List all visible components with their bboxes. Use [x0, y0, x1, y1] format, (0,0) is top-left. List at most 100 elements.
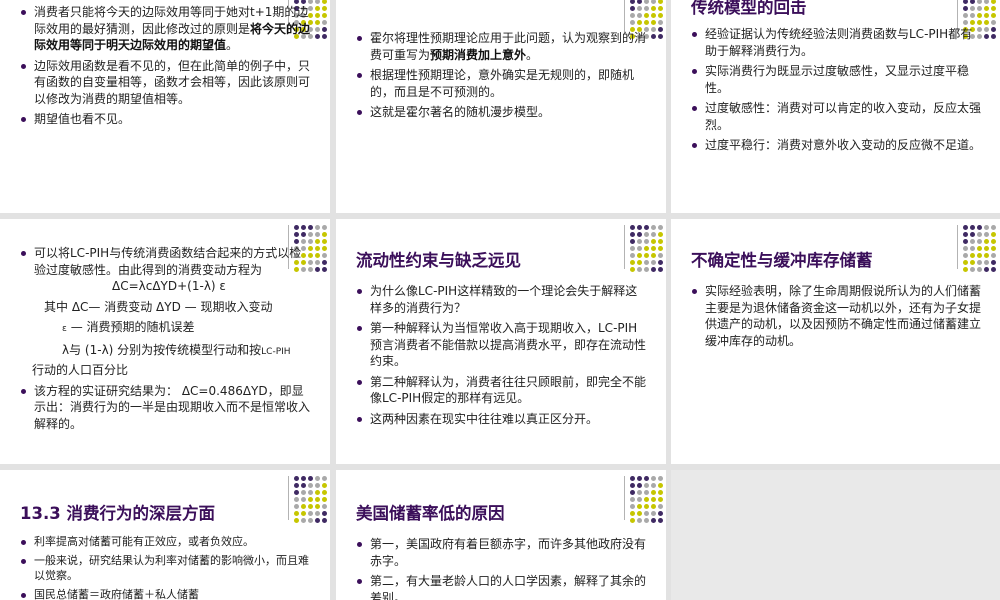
header-divider: [288, 476, 289, 520]
decorative-dot: [970, 13, 975, 18]
decorative-dot: [984, 13, 989, 18]
decorative-dot: [651, 27, 656, 32]
decorative-dot: [630, 476, 635, 481]
slide-liquidity-constraints[interactable]: 流动性约束与缺乏远见 为什么像LC-PIH这样精致的一个理论会失于解释这样多的消…: [336, 219, 666, 464]
decorative-dot: [651, 13, 656, 18]
decorative-dot: [963, 225, 968, 230]
decorative-dot: [637, 253, 642, 258]
decorative-dot: [970, 0, 975, 4]
decorative-dot: [308, 518, 313, 523]
header-divider: [624, 0, 625, 34]
decorative-dot: [658, 6, 663, 11]
decorative-dot: [991, 267, 996, 272]
decorative-dot: [651, 6, 656, 11]
slide-random-walk[interactable]: 霍尔将理性预期理论应用于此问题，认为观察到的消费可重写为预期消费加上意外。 根据…: [336, 0, 666, 213]
slide-title: 不确定性与缓冲库存储蓄: [691, 251, 873, 270]
decorative-dot: [984, 239, 989, 244]
decorative-dot: [315, 27, 320, 32]
list-item: 利率提高对储蓄可能有正效应，或者负效应。: [20, 534, 312, 549]
decorative-dot: [651, 483, 656, 488]
decorative-dot: [637, 497, 642, 502]
decorative-dot: [651, 253, 656, 258]
list-item: 一般来说，研究结果认为利率对储蓄的影响微小，而且难以觉察。: [20, 553, 312, 583]
definition-line: ε — 消费预期的随机误差: [62, 320, 195, 334]
decorative-dot: [651, 267, 656, 272]
decorative-dot: [294, 232, 299, 237]
decorative-dot: [658, 490, 663, 495]
decorative-dot: [294, 483, 299, 488]
decorative-dot: [637, 232, 642, 237]
slide-deeper-aspects[interactable]: 13.3 消费行为的深层方面 利率提高对储蓄可能有正效应，或者负效应。 一般来说…: [0, 470, 330, 600]
decorative-dot: [630, 239, 635, 244]
decorative-dot: [651, 239, 656, 244]
decorative-dot: [658, 260, 663, 265]
decorative-dot: [977, 267, 982, 272]
decorative-dot: [322, 20, 327, 25]
decorative-dot: [308, 225, 313, 230]
decorative-dot: [644, 232, 649, 237]
decorative-dot: [301, 239, 306, 244]
decorative-dot: [322, 267, 327, 272]
decorative-dot: [322, 225, 327, 230]
decorative-dot: [991, 0, 996, 4]
decorative-dot: [294, 476, 299, 481]
decorative-dot: [315, 518, 320, 523]
decorative-dot: [963, 239, 968, 244]
decorative-dot: [637, 20, 642, 25]
decorative-dot: [991, 6, 996, 11]
decorative-dot: [977, 260, 982, 265]
dot-grid-decoration: [294, 476, 328, 523]
decorative-dot: [651, 497, 656, 502]
decorative-dot: [991, 232, 996, 237]
decorative-dot: [984, 260, 989, 265]
decorative-dot: [630, 20, 635, 25]
decorative-dot: [630, 518, 635, 523]
decorative-dot: [651, 232, 656, 237]
decorative-dot: [644, 0, 649, 4]
decorative-dot: [301, 497, 306, 502]
slide-title: 传统模型的回击: [691, 0, 807, 17]
decorative-dot: [984, 0, 989, 4]
slide-marginal-utility[interactable]: 消费者只能将今天的边际效用等同于她对t+1期的边际效用的最好猜测，因此修改过的原…: [0, 0, 330, 213]
slide-title: 13.3 消费行为的深层方面: [20, 504, 215, 523]
decorative-dot: [644, 225, 649, 230]
decorative-dot: [658, 232, 663, 237]
dot-grid-decoration: [963, 225, 997, 272]
list-item: 为什么像LC-PIH这样精致的一个理论会失于解释这样多的消费行为？: [356, 283, 646, 316]
decorative-dot: [637, 476, 642, 481]
decorative-dot: [322, 518, 327, 523]
decorative-dot: [658, 20, 663, 25]
decorative-dot: [630, 13, 635, 18]
decorative-dot: [644, 490, 649, 495]
slide-traditional-model[interactable]: 传统模型的回击 经验证据认为传统经验法则消费函数与LC-PIH都有助于解释消费行…: [671, 0, 1000, 213]
decorative-dot: [644, 13, 649, 18]
decorative-dot: [644, 504, 649, 509]
decorative-dot: [658, 253, 663, 258]
slide-buffer-stock-saving[interactable]: 不确定性与缓冲库存储蓄 实际经验表明，除了生命周期假说所认为的人们储蓄主要是为退…: [671, 219, 1000, 464]
decorative-dot: [658, 476, 663, 481]
decorative-dot: [977, 20, 982, 25]
decorative-dot: [977, 6, 982, 11]
decorative-dot: [294, 504, 299, 509]
decorative-dot: [637, 504, 642, 509]
list-item: 边际效用函数是看不见的，但在此简单的例子中，只有函数的自变量相等，函数才会相等，…: [20, 58, 312, 108]
decorative-dot: [315, 483, 320, 488]
decorative-dot: [644, 246, 649, 251]
decorative-dot: [984, 253, 989, 258]
decorative-dot: [963, 260, 968, 265]
list-item: 期望值也看不见。: [20, 111, 312, 128]
decorative-dot: [970, 246, 975, 251]
decorative-dot: [637, 490, 642, 495]
decorative-dot: [630, 260, 635, 265]
slide-us-saving-rate[interactable]: 美国储蓄率低的原因 第一，美国政府有着巨额赤字，而许多其他政府没有赤字。 第二，…: [336, 470, 666, 600]
decorative-dot: [630, 511, 635, 516]
decorative-dot: [637, 518, 642, 523]
slide-excess-sensitivity[interactable]: 可以将LC-PIH与传统消费函数结合起来的方式以检验过度敏感性。由此得到的消费变…: [0, 219, 330, 464]
decorative-dot: [963, 13, 968, 18]
decorative-dot: [658, 246, 663, 251]
decorative-dot: [984, 246, 989, 251]
decorative-dot: [637, 511, 642, 516]
decorative-dot: [301, 518, 306, 523]
list-item: 第二种解释认为，消费者往往只顾眼前，即完全不能像LC-PIH假定的那样有远见。: [356, 374, 646, 407]
definition-line: 行动的人口百分比: [32, 363, 129, 377]
